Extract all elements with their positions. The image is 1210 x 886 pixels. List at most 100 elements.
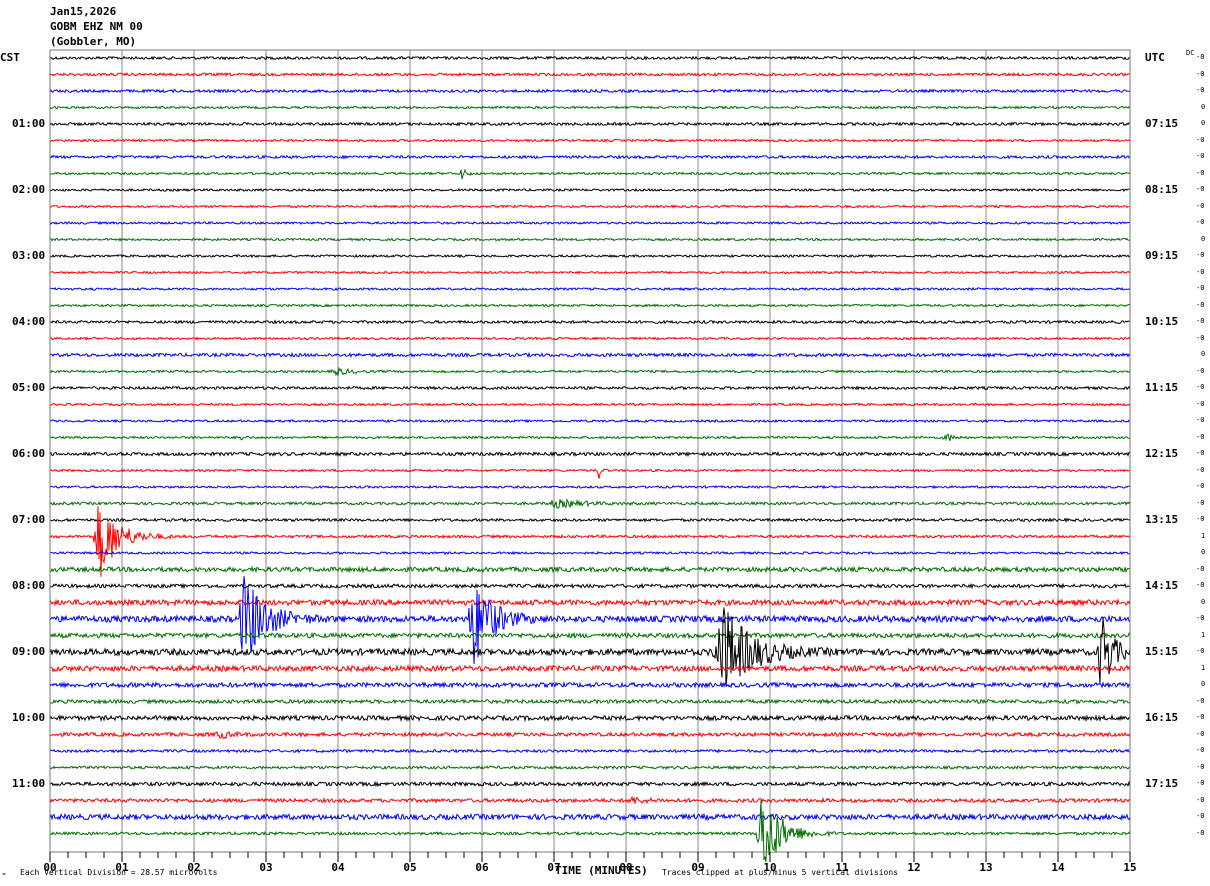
seismic-traces bbox=[49, 55, 1131, 863]
dc-offset-label: -0 bbox=[1196, 333, 1205, 342]
left-time-label: 05:00 bbox=[12, 381, 46, 394]
x-tick-label: 13 bbox=[979, 861, 992, 874]
dc-offset-label: -0 bbox=[1196, 828, 1205, 837]
dc-offset-label: 0 bbox=[1201, 680, 1206, 688]
dc-offset-label: 1 bbox=[1201, 663, 1206, 672]
date-label: Jan15,2026 bbox=[50, 5, 117, 18]
dc-offset-label: -0 bbox=[1196, 482, 1205, 490]
left-time-label: 04:00 bbox=[12, 315, 46, 328]
trace-row bbox=[50, 517, 1131, 523]
dc-offset-label: -0 bbox=[1196, 399, 1205, 408]
trace-row bbox=[49, 506, 1131, 577]
right-time-label: 08:15 bbox=[1145, 183, 1179, 196]
dc-offset-label: -0 bbox=[1196, 432, 1205, 441]
dc-offset-label: -0 bbox=[1196, 515, 1205, 523]
trace-row bbox=[49, 780, 1131, 788]
trace-row bbox=[49, 204, 1131, 209]
dc-offset-label: -0 bbox=[1196, 746, 1205, 754]
dc-offset-label: 0 bbox=[1201, 102, 1206, 111]
trace-row bbox=[49, 121, 1131, 127]
x-tick-label: 15 bbox=[1123, 861, 1136, 874]
dc-offset-label: 0 bbox=[1201, 548, 1206, 556]
trace-row bbox=[49, 71, 1131, 78]
x-tick-label: 12 bbox=[907, 861, 920, 874]
trace-row bbox=[49, 607, 1131, 687]
dc-offset-label: -0 bbox=[1196, 366, 1205, 375]
station-label: GOBM EHZ NM 00 bbox=[50, 20, 143, 33]
trace-row bbox=[49, 168, 1131, 180]
location-label: (Gobbler, MO) bbox=[50, 35, 137, 48]
right-time-label: 14:15 bbox=[1145, 579, 1179, 592]
left-time-label: 07:00 bbox=[12, 513, 46, 526]
dc-offset-label: -0 bbox=[1196, 713, 1205, 721]
dc-offset-label: -0 bbox=[1196, 779, 1205, 787]
trace-row bbox=[49, 138, 1131, 143]
x-tick-label: 04 bbox=[331, 861, 345, 874]
right-time-label: 09:15 bbox=[1145, 249, 1179, 262]
dc-offset-label: -0 bbox=[1196, 449, 1205, 457]
dc-offset-label: -0 bbox=[1196, 135, 1205, 144]
right-time-label: 07:15 bbox=[1145, 117, 1179, 130]
left-time-label: 02:00 bbox=[12, 183, 46, 196]
dc-label: DC bbox=[1186, 49, 1195, 57]
plot-frame bbox=[49, 49, 1131, 853]
dc-offset-label: -0 bbox=[1196, 185, 1205, 193]
minute-gridlines bbox=[121, 50, 1059, 852]
dc-offset-label: -0 bbox=[1196, 465, 1205, 474]
trace-row bbox=[49, 795, 1131, 805]
trace-row bbox=[49, 154, 1131, 160]
dc-offset-label: -0 bbox=[1196, 152, 1205, 160]
trace-row bbox=[49, 764, 1131, 771]
trace-row bbox=[49, 730, 1131, 740]
dc-offset-label: -0 bbox=[1196, 812, 1205, 820]
dc-offset-label: -0 bbox=[1196, 284, 1205, 292]
trace-row bbox=[49, 270, 1131, 275]
right-time-label: 10:15 bbox=[1145, 315, 1179, 328]
left-time-label: 08:00 bbox=[12, 579, 46, 592]
x-tick-label: 05 bbox=[403, 861, 416, 874]
trace-row bbox=[49, 698, 1131, 705]
dc-offset-label: -0 bbox=[1196, 69, 1205, 78]
dc-offset-label: -0 bbox=[1196, 317, 1205, 325]
trace-row bbox=[49, 433, 1131, 442]
trace-row bbox=[49, 402, 1131, 407]
trace-row bbox=[49, 366, 1131, 377]
trace-row bbox=[49, 105, 1131, 110]
dc-offset-label: 0 bbox=[1201, 119, 1206, 127]
right-time-label: 12:15 bbox=[1145, 447, 1179, 460]
right-time-label: 17:15 bbox=[1145, 777, 1179, 790]
dc-offset-label: -0 bbox=[1196, 647, 1205, 655]
left-timezone: CST bbox=[0, 51, 20, 64]
trace-row bbox=[49, 498, 1131, 509]
trace-row bbox=[49, 663, 1131, 674]
trace-row bbox=[49, 550, 1130, 556]
left-time-label: 06:00 bbox=[12, 447, 46, 460]
dc-offset-label: -0 bbox=[1196, 218, 1205, 226]
helicorder-plot: 00 01 02 03 04 05 06 07 08 09 10 11 12 13 14 15 bbox=[43, 49, 1137, 874]
trace-row bbox=[49, 351, 1131, 359]
dc-offset-label: 0 bbox=[1201, 234, 1206, 243]
dc-offset-label: -0 bbox=[1196, 498, 1205, 507]
left-time-label: 10:00 bbox=[12, 711, 46, 724]
dc-offset-label: -0 bbox=[1196, 416, 1205, 424]
dc-offset-label: -0 bbox=[1196, 795, 1205, 804]
dc-offset-label: -0 bbox=[1196, 696, 1205, 705]
scale-note: Each Vertical Division = 28.57 microvolt… bbox=[20, 868, 218, 877]
trace-row bbox=[49, 187, 1130, 193]
trace-row bbox=[49, 680, 1131, 690]
dc-offset-label: 1 bbox=[1201, 531, 1206, 540]
trace-row bbox=[49, 237, 1131, 242]
trace-row bbox=[49, 484, 1131, 490]
trace-row bbox=[49, 385, 1131, 391]
trace-row bbox=[49, 748, 1131, 754]
x-tick-label: 06 bbox=[475, 861, 489, 874]
dc-offset-label: -0 bbox=[1196, 762, 1205, 771]
left-time-label: 03:00 bbox=[12, 249, 46, 262]
right-time-label: 11:15 bbox=[1145, 381, 1179, 394]
right-time-label: 15:15 bbox=[1145, 645, 1179, 658]
dc-offset-label: 0 bbox=[1201, 597, 1206, 606]
trace-row bbox=[49, 303, 1131, 308]
trace-row bbox=[49, 812, 1131, 822]
right-time-label: 13:15 bbox=[1145, 513, 1179, 526]
dc-offset-label: -0 bbox=[1196, 201, 1205, 210]
